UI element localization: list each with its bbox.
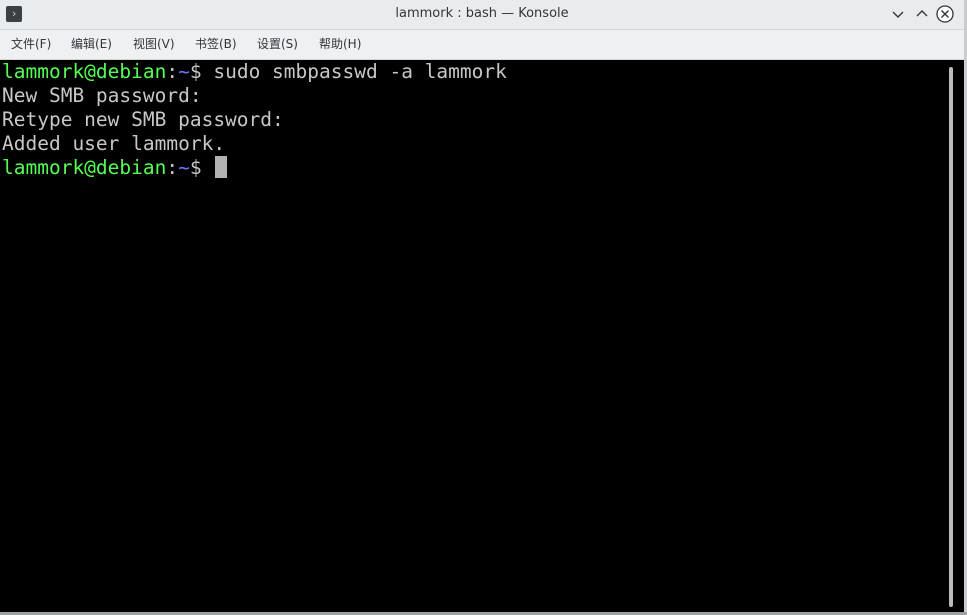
- terminal-line-command: lammork@debian:~$ sudo smbpasswd -a lamm…: [2, 60, 507, 84]
- window-title: lammork : bash — Konsole: [395, 6, 569, 21]
- maximize-button[interactable]: [913, 5, 931, 23]
- scrollbar-thumb[interactable]: [949, 67, 953, 607]
- text-cursor: [215, 156, 228, 178]
- menu-edit[interactable]: 编辑(E): [71, 30, 112, 59]
- close-button[interactable]: [936, 5, 954, 23]
- terminal-line-output: New SMB password:: [2, 84, 202, 107]
- terminal-line-prompt: lammork@debian:~$: [2, 156, 228, 180]
- terminal-line-output: Added user lammork.: [2, 132, 226, 155]
- menu-view[interactable]: 视图(V): [133, 30, 175, 59]
- maximize-icon: [916, 10, 928, 17]
- prompt-path: ~: [178, 60, 190, 83]
- close-icon: [936, 5, 954, 23]
- vertical-scrollbar[interactable]: [944, 60, 964, 612]
- terminal-output[interactable]: lammork@debian:~$ sudo smbpasswd -a lamm…: [0, 60, 944, 612]
- terminal-line-output: Retype new SMB password:: [2, 108, 284, 131]
- prompt-separator: :: [166, 60, 179, 83]
- title-bar[interactable]: › lammork : bash — Konsole: [0, 0, 964, 30]
- prompt-user-host: lammork@debian: [2, 156, 167, 179]
- prompt-separator: :: [166, 156, 179, 179]
- menu-bookmarks[interactable]: 书签(B): [195, 30, 237, 59]
- prompt-path: ~: [178, 156, 190, 179]
- menu-bar: 文件(F) 编辑(E) 视图(V) 书签(B) 设置(S) 帮助(H): [0, 30, 964, 60]
- prompt-user-host: lammork@debian: [2, 60, 167, 83]
- minimize-icon: [892, 11, 904, 18]
- prompt-symbol: $: [189, 156, 214, 179]
- prompt-symbol: $: [189, 60, 214, 83]
- minimize-button[interactable]: [889, 5, 907, 23]
- command-text: sudo smbpasswd -a lammork: [213, 60, 507, 83]
- menu-settings[interactable]: 设置(S): [257, 30, 298, 59]
- menu-help[interactable]: 帮助(H): [319, 30, 361, 59]
- konsole-window: › lammork : bash — Konsole 文件(F) 编辑(E) 视…: [0, 0, 964, 612]
- menu-file[interactable]: 文件(F): [11, 30, 51, 59]
